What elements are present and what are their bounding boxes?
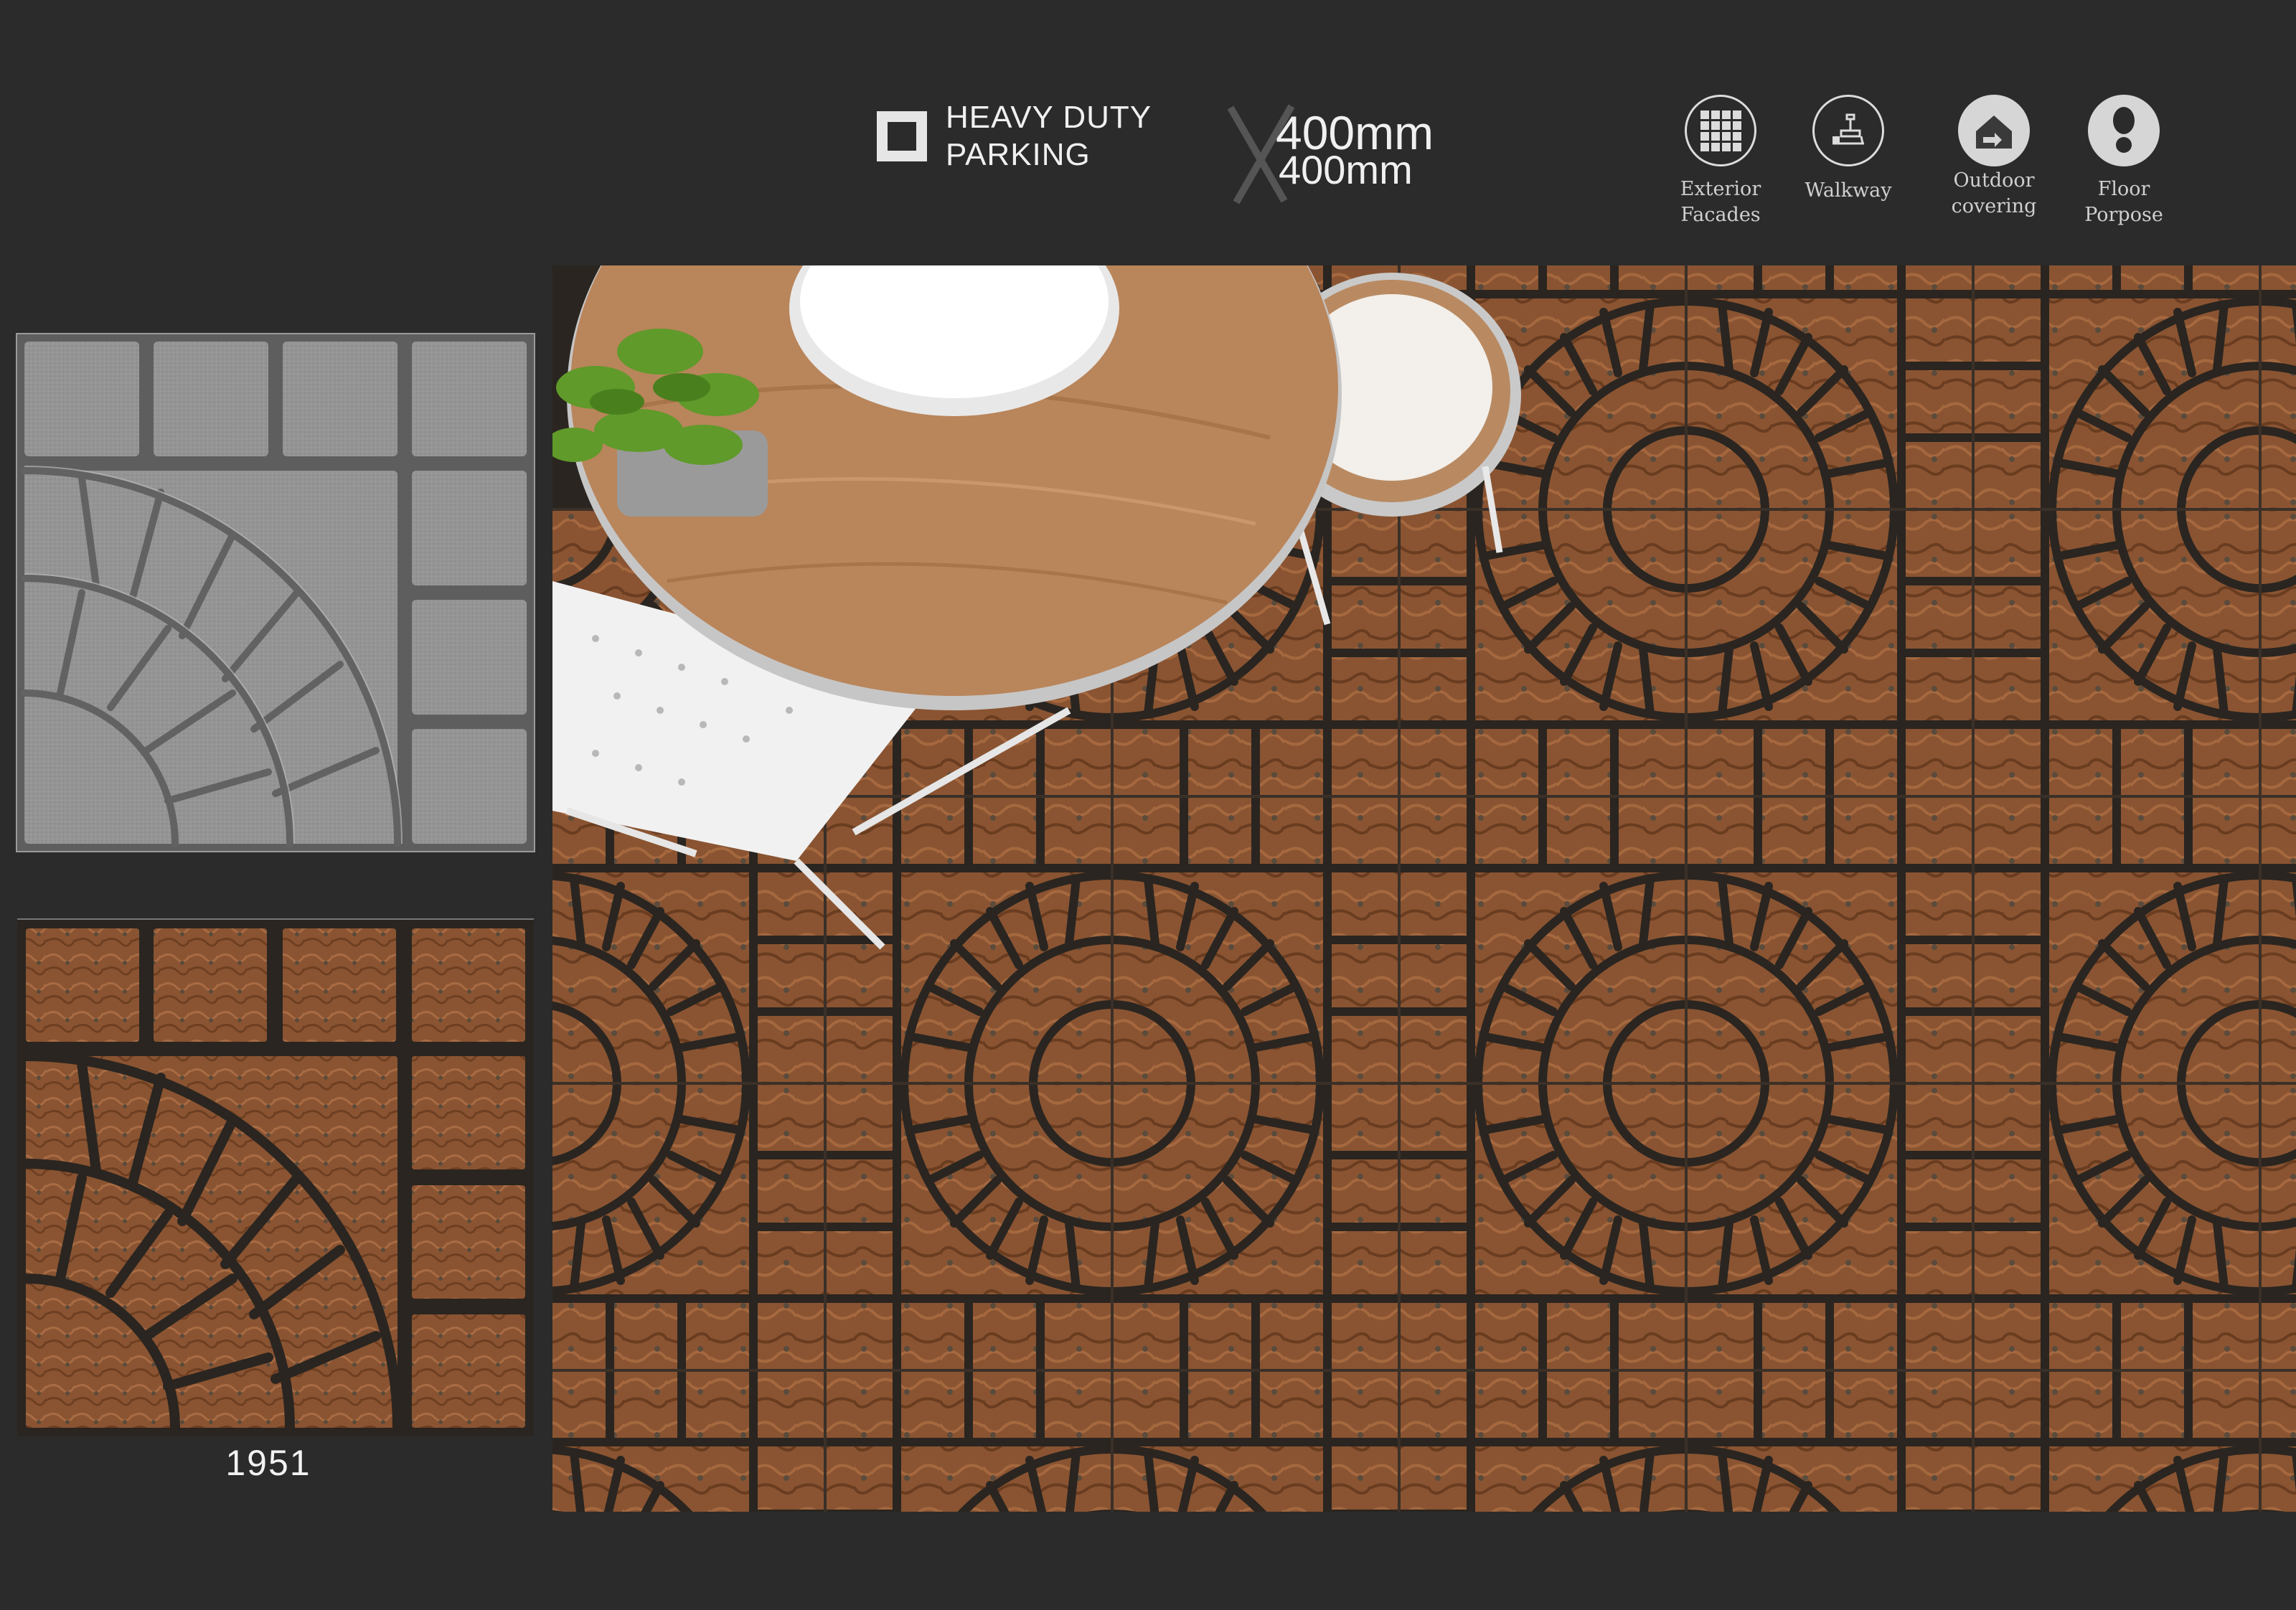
application-floor-purpose: Floor Porpose <box>2070 95 2178 228</box>
application-label-line1: Walkway <box>1805 179 1892 202</box>
walkway-icon <box>1812 95 1884 166</box>
application-walkway: Walkway <box>1794 95 1902 204</box>
application-label-line2: Facades <box>1680 204 1761 226</box>
tile-product-preview <box>17 918 534 1436</box>
application-label-line2: covering <box>1951 195 2037 217</box>
floor-scene-image <box>552 265 2296 1512</box>
feature-line-2: PARKING <box>946 137 1091 172</box>
product-code: 1951 <box>225 1443 311 1483</box>
application-label-line2: Porpose <box>2084 204 2163 226</box>
application-outdoor-covering: Outdoor covering <box>1940 95 2048 220</box>
application-label-line1: Floor <box>2097 178 2150 200</box>
tile-relief-preview <box>17 334 534 851</box>
size-height: 400mm <box>1279 147 1413 192</box>
heavy-duty-icon <box>877 111 927 161</box>
application-exterior-facades: Exterior Facades <box>1667 95 1774 228</box>
application-label-line1: Outdoor <box>1953 169 2035 192</box>
building-grid-icon <box>1685 95 1756 166</box>
footprint-icon <box>2088 95 2160 166</box>
application-label-line1: Exterior <box>1680 178 1761 200</box>
feature-line-1: HEAVY DUTY <box>946 100 1152 135</box>
feature-label: HEAVY DUTY PARKING <box>946 99 1152 174</box>
outdoor-house-icon <box>1958 95 2030 166</box>
